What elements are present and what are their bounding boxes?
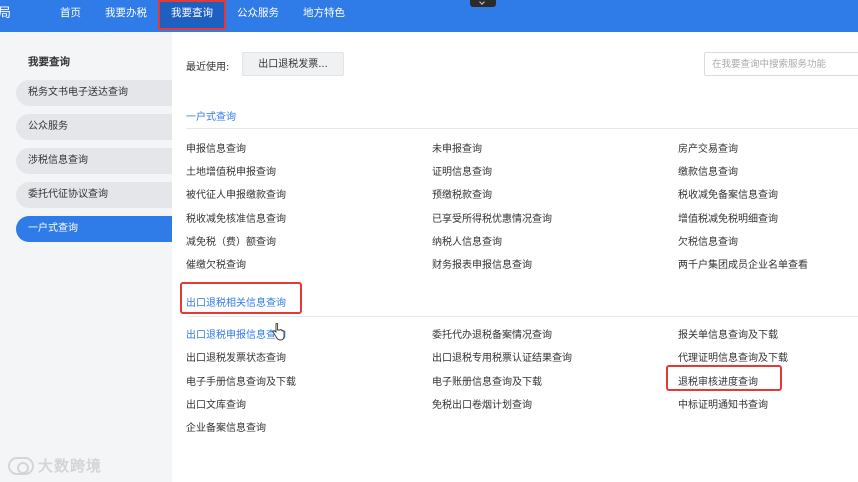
query-link[interactable]: 报关单信息查询及下载 — [678, 326, 778, 341]
recent-chip[interactable]: 出口退税发票... — [242, 52, 344, 76]
query-link[interactable]: 税收减免备案信息查询 — [678, 186, 778, 201]
query-link[interactable]: 委托代办退税备案情况查询 — [432, 326, 552, 341]
query-link[interactable]: 证明信息查询 — [432, 163, 492, 178]
query-link[interactable]: 未申报查询 — [432, 140, 482, 155]
query-link[interactable]: 预缴税款查询 — [432, 186, 492, 201]
watermark-text: 大数跨境 — [38, 457, 103, 475]
top-nav-bar: 局 首页 我要办税 我要查询 公众服务 地方特色 — [0, 0, 858, 32]
nav-home[interactable]: 首页 — [48, 2, 93, 24]
query-link[interactable]: 税收减免核准信息查询 — [186, 210, 286, 225]
highlight-box — [180, 282, 302, 314]
section-divider — [186, 316, 858, 317]
chevron-down-icon — [479, 0, 485, 5]
query-link[interactable]: 电子账册信息查询及下载 — [432, 373, 542, 388]
sidebar-item-public-service[interactable]: 公众服务 — [16, 114, 172, 140]
query-link[interactable]: 企业备案信息查询 — [186, 419, 266, 434]
section-title-one-stop: 一户式查询 — [186, 112, 236, 123]
query-link[interactable]: 房产交易查询 — [678, 140, 738, 155]
query-link[interactable]: 出口退税专用税票认证结果查询 — [432, 349, 572, 364]
query-link[interactable]: 出口文库查询 — [186, 396, 246, 411]
search-input[interactable] — [704, 52, 858, 76]
query-link[interactable]: 缴款信息查询 — [678, 163, 738, 178]
nav-local-features[interactable]: 地方特色 — [291, 2, 357, 24]
recent-label: 最近使用: — [186, 62, 230, 73]
main-nav: 首页 我要办税 我要查询 公众服务 地方特色 — [48, 0, 357, 32]
nav-query[interactable]: 我要查询 — [158, 0, 226, 30]
section-divider — [186, 128, 858, 129]
sidebar-item-document-delivery[interactable]: 税务文书电子送达查询 — [16, 80, 172, 106]
nav-tax-handling[interactable]: 我要办税 — [93, 2, 159, 24]
main-content: 最近使用: 出口退税发票... 一户式查询 申报信息查询 未申报查询 房产交易查… — [172, 32, 858, 482]
query-link[interactable]: 财务报表申报信息查询 — [432, 256, 532, 271]
hand-cursor-icon — [272, 323, 285, 341]
query-link[interactable]: 被代征人申报缴款查询 — [186, 186, 286, 201]
sidebar-item-agency-agreement[interactable]: 委托代征协议查询 — [16, 182, 172, 208]
watermark: 大数跨境 — [8, 455, 102, 476]
query-link[interactable]: 申报信息查询 — [186, 140, 246, 155]
query-link[interactable]: 催缴欠税查询 — [186, 256, 246, 271]
site-logo-fragment: 局 — [0, 6, 12, 21]
nav-public-service[interactable]: 公众服务 — [225, 2, 291, 24]
collapse-toggle[interactable] — [470, 0, 496, 7]
query-link[interactable]: 出口退税发票状态查询 — [186, 349, 286, 364]
query-link[interactable]: 欠税信息查询 — [678, 233, 738, 248]
sidebar-title: 我要查询 — [28, 56, 70, 68]
query-link[interactable]: 两千户集团成员企业名单查看 — [678, 256, 808, 271]
query-link[interactable]: 土地增值税申报查询 — [186, 163, 276, 178]
query-link[interactable]: 免税出口卷烟计划查询 — [432, 396, 532, 411]
watermark-logo-icon — [8, 456, 34, 475]
sidebar-item-one-stop-query[interactable]: 一户式查询 — [16, 216, 172, 242]
query-link[interactable]: 代理证明信息查询及下载 — [678, 349, 788, 364]
sidebar-item-tax-info[interactable]: 涉税信息查询 — [16, 148, 172, 174]
query-link[interactable]: 已享受所得税优惠情况查询 — [432, 210, 552, 225]
query-link[interactable]: 中标证明通知书查询 — [678, 396, 768, 411]
query-link[interactable]: 减免税（费）额查询 — [186, 233, 276, 248]
query-link[interactable]: 纳税人信息查询 — [432, 233, 502, 248]
highlight-box — [666, 365, 782, 391]
sidebar: 我要查询 税务文书电子送达查询 公众服务 涉税信息查询 委托代征协议查询 一户式… — [0, 32, 172, 482]
query-link[interactable]: 增值税减免税明细查询 — [678, 210, 778, 225]
query-link[interactable]: 电子手册信息查询及下载 — [186, 373, 296, 388]
